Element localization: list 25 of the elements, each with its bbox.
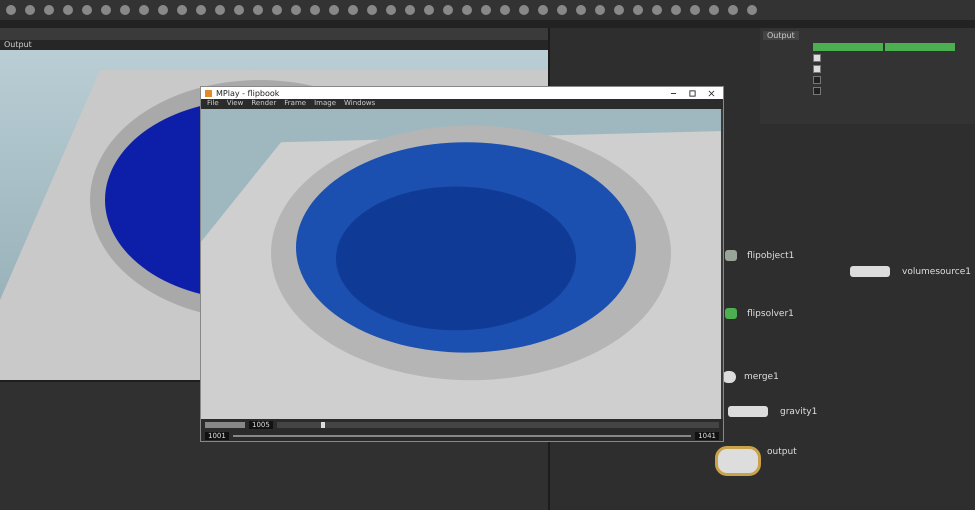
node-label: flipobject1 [747, 251, 794, 261]
value-field[interactable] [813, 43, 883, 51]
node[interactable] [725, 250, 737, 261]
checkbox[interactable] [813, 76, 821, 84]
checkbox[interactable] [813, 87, 821, 95]
timeline-handle[interactable] [321, 422, 326, 428]
node[interactable] [715, 446, 761, 476]
node-label: flipsolver1 [747, 309, 794, 319]
timeline-track[interactable] [276, 422, 719, 428]
node[interactable] [728, 406, 768, 417]
viewport-label: Output [0, 40, 548, 50]
node-label: gravity1 [780, 407, 818, 417]
node-label: output [767, 447, 797, 457]
app-icon [205, 90, 212, 96]
value-field[interactable] [885, 43, 955, 51]
node[interactable] [850, 266, 890, 277]
node-label: volumesource1 [902, 267, 971, 277]
maximize-icon[interactable] [689, 90, 696, 96]
node-label: merge1 [744, 372, 779, 382]
checkbox[interactable] [813, 54, 821, 62]
close-icon[interactable] [708, 90, 715, 96]
checkbox[interactable] [813, 65, 821, 73]
node[interactable] [725, 308, 737, 319]
window-title: MPlay - flipbook [216, 88, 280, 98]
parameter-tab[interactable]: Output [763, 31, 799, 40]
